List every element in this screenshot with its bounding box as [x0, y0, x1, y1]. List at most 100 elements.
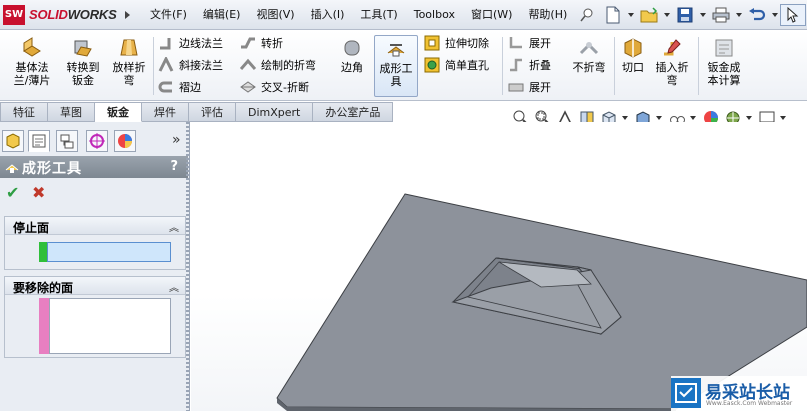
menu-view[interactable]: 视图(V): [248, 0, 302, 30]
select-arrow-icon[interactable]: [780, 4, 806, 26]
separator: [698, 37, 699, 95]
command-manager: 基体法 兰/薄片 转换到 钣金 放样折 弯 边线法兰 斜接法兰 褶边 转折 绘制…: [0, 31, 807, 101]
simple-hole-icon: [424, 57, 440, 73]
print-dropdown-arrow-icon[interactable]: [736, 13, 742, 17]
sketched-bend-label: 绘制的折弯: [261, 59, 316, 72]
hide-show-dropdown-icon[interactable]: [690, 116, 696, 120]
rip-button[interactable]: 切口: [618, 35, 648, 97]
flatten-icon: [508, 79, 524, 95]
insert-bends-icon: [661, 37, 683, 59]
sketched-bend-button[interactable]: 绘制的折弯: [239, 55, 316, 75]
sheet-metal-part-model[interactable]: [191, 122, 807, 411]
stop-face-selection-box[interactable]: [47, 242, 171, 262]
property-manager-panel: » 成形工具 ? ✔ ✖ 停止面 ︽ 要移除的面 ︽: [0, 122, 190, 411]
collapse-group-icon[interactable]: ︽: [169, 219, 179, 234]
display-manager-tab-icon[interactable]: [114, 130, 136, 152]
menu-window[interactable]: 窗口(W): [463, 0, 520, 30]
lofted-bend-label: 放样折 弯: [112, 61, 146, 87]
menu-bar: SW SOLIDWORKS 文件(F) 编辑(E) 视图(V) 插入(I) 工具…: [0, 0, 807, 30]
sketched-bend-icon: [239, 57, 257, 73]
tab-evaluate[interactable]: 评估: [189, 102, 236, 122]
open-folder-icon[interactable]: [636, 4, 662, 26]
menu-help[interactable]: 帮助(H): [520, 0, 575, 30]
forming-tool-label: 成形工 具: [379, 62, 413, 88]
new-document-icon[interactable]: [600, 4, 626, 26]
no-bends-button[interactable]: 不折弯: [568, 35, 610, 97]
jog-label: 转折: [261, 37, 283, 50]
stop-face-body: [5, 235, 185, 269]
view-orientation-dropdown-icon[interactable]: [622, 116, 628, 120]
stop-face-group: 停止面 ︽: [4, 216, 186, 270]
separator: [502, 37, 503, 95]
feature-manager-tab-icon[interactable]: [2, 130, 24, 152]
flatten-button[interactable]: 展开: [508, 77, 551, 97]
graphics-area[interactable]: [191, 122, 807, 411]
faces-to-remove-selection-box[interactable]: [49, 298, 171, 354]
insert-bends-button[interactable]: 插入折 弯: [650, 35, 694, 97]
simple-hole-button[interactable]: 简单直孔: [424, 55, 489, 75]
edge-flange-label: 边线法兰: [179, 37, 223, 50]
lofted-bend-button[interactable]: 放样折 弯: [108, 35, 150, 97]
extruded-cut-label: 拉伸切除: [445, 37, 489, 50]
forming-tool-button[interactable]: 成形工 具: [374, 35, 418, 97]
stop-face-group-header[interactable]: 停止面 ︽: [5, 217, 185, 235]
menu-insert[interactable]: 插入(I): [303, 0, 353, 30]
convert-to-sheet-metal-label: 转换到 钣金: [66, 61, 100, 87]
unfold-button[interactable]: 展开: [508, 33, 551, 53]
cancel-button[interactable]: ✖: [32, 184, 50, 202]
panel-expand-chevron-icon[interactable]: »: [172, 132, 181, 148]
logo-expand-arrow-icon[interactable]: [125, 11, 130, 19]
tab-office-products[interactable]: 办公室产品: [313, 102, 394, 122]
cross-break-button[interactable]: 交叉-折断: [240, 77, 309, 97]
menu-toolbox[interactable]: Toolbox: [406, 0, 463, 30]
miter-flange-button[interactable]: 斜接法兰: [158, 55, 223, 75]
tab-weldments[interactable]: 焊件: [142, 102, 189, 122]
save-dropdown-arrow-icon[interactable]: [700, 13, 706, 17]
menu-file[interactable]: 文件(F): [142, 0, 195, 30]
edge-flange-button[interactable]: 边线法兰: [158, 33, 223, 53]
tab-features[interactable]: 特征: [0, 102, 48, 122]
convert-to-sheet-metal-button[interactable]: 转换到 钣金: [60, 35, 106, 97]
cross-break-label: 交叉-折断: [261, 81, 309, 94]
undo-dropdown-arrow-icon[interactable]: [772, 13, 778, 17]
ok-button[interactable]: ✔: [6, 184, 24, 202]
faces-to-remove-group-header[interactable]: 要移除的面 ︽: [5, 277, 185, 295]
open-dropdown-arrow-icon[interactable]: [664, 13, 670, 17]
menu-tools[interactable]: 工具(T): [352, 0, 405, 30]
panel-splitter[interactable]: [186, 122, 190, 411]
tab-dimxpert[interactable]: DimXpert: [236, 102, 314, 122]
flatten-label: 展开: [529, 81, 551, 94]
fold-button[interactable]: 折叠: [508, 55, 551, 75]
watermark-logo-icon: [671, 378, 701, 408]
collapse-group-icon[interactable]: ︽: [169, 279, 179, 294]
corners-button[interactable]: 边角: [334, 35, 370, 97]
dimxpert-manager-tab-icon[interactable]: [86, 130, 108, 152]
hem-button[interactable]: 褶边: [158, 77, 201, 97]
configuration-manager-tab-icon[interactable]: [56, 130, 78, 152]
extruded-cut-button[interactable]: 拉伸切除: [424, 33, 489, 53]
sheet-metal-cost-button[interactable]: 钣金成 本计算: [702, 35, 746, 97]
miter-flange-label: 斜接法兰: [179, 59, 223, 72]
undo-icon[interactable]: [744, 4, 770, 26]
watermark: 易采站长站 Www.Easck.Com Webmaster: [671, 376, 807, 411]
base-flange-button[interactable]: 基体法 兰/薄片: [6, 35, 58, 97]
print-icon[interactable]: [708, 4, 734, 26]
property-manager-tab-icon[interactable]: [28, 130, 50, 152]
jog-button[interactable]: 转折: [240, 33, 283, 53]
property-manager-title: 成形工具: [22, 161, 82, 177]
tab-sheet-metal[interactable]: 钣金: [95, 102, 142, 122]
new-dropdown-arrow-icon[interactable]: [628, 13, 634, 17]
convert-to-sheet-metal-icon: [72, 37, 94, 59]
pin-icon[interactable]: [574, 4, 600, 26]
view-settings-dropdown-icon[interactable]: [780, 116, 786, 120]
stop-face-color-marker: [39, 242, 47, 262]
hem-icon: [158, 79, 174, 95]
display-style-dropdown-icon[interactable]: [656, 116, 662, 120]
menu-edit[interactable]: 编辑(E): [195, 0, 249, 30]
solidworks-logo[interactable]: SW SOLIDWORKS: [3, 5, 130, 25]
logo-text: SOLIDWORKS: [29, 7, 117, 22]
tab-sketch[interactable]: 草图: [48, 102, 95, 122]
apply-scene-dropdown-icon[interactable]: [746, 116, 752, 120]
help-icon[interactable]: ?: [170, 159, 178, 174]
save-icon[interactable]: [672, 4, 698, 26]
